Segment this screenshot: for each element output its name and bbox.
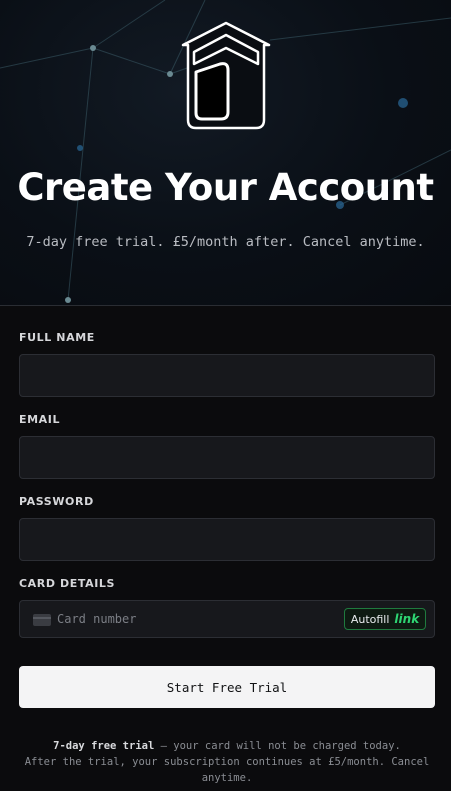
- password-input[interactable]: [19, 518, 435, 561]
- page-subtitle: 7-day free trial. £5/month after. Cancel…: [26, 234, 425, 250]
- full-name-label: FULL NAME: [19, 331, 95, 344]
- notice-bold: 7-day free trial: [53, 740, 155, 752]
- page-title: Create Your Account: [17, 166, 434, 209]
- card-number-placeholder: Card number: [57, 612, 137, 626]
- start-free-trial-button[interactable]: Start Free Trial: [19, 666, 435, 708]
- email-label: EMAIL: [19, 413, 61, 426]
- signup-form: FULL NAME EMAIL PASSWORD CARD DETAILS Ca…: [19, 331, 435, 638]
- card-details-label: CARD DETAILS: [19, 577, 116, 590]
- password-label: PASSWORD: [19, 495, 94, 508]
- email-input[interactable]: [19, 436, 435, 479]
- house-logo-icon: [181, 21, 271, 130]
- trial-notice: 7-day free trial — your card will not be…: [24, 738, 430, 786]
- autofill-label: Autofill: [350, 612, 390, 626]
- card-number-input[interactable]: Card number Autofill link: [19, 600, 435, 638]
- autofill-link-button[interactable]: Autofill link: [344, 608, 426, 630]
- link-brand-logo: link: [394, 612, 420, 626]
- notice-line2: After the trial, your subscription conti…: [24, 756, 430, 784]
- full-name-input[interactable]: [19, 354, 435, 397]
- hero-header: Create Your Account 7-day free trial. £5…: [0, 0, 451, 306]
- notice-line1: — your card will not be charged today.: [154, 740, 401, 752]
- credit-card-icon: [33, 614, 51, 626]
